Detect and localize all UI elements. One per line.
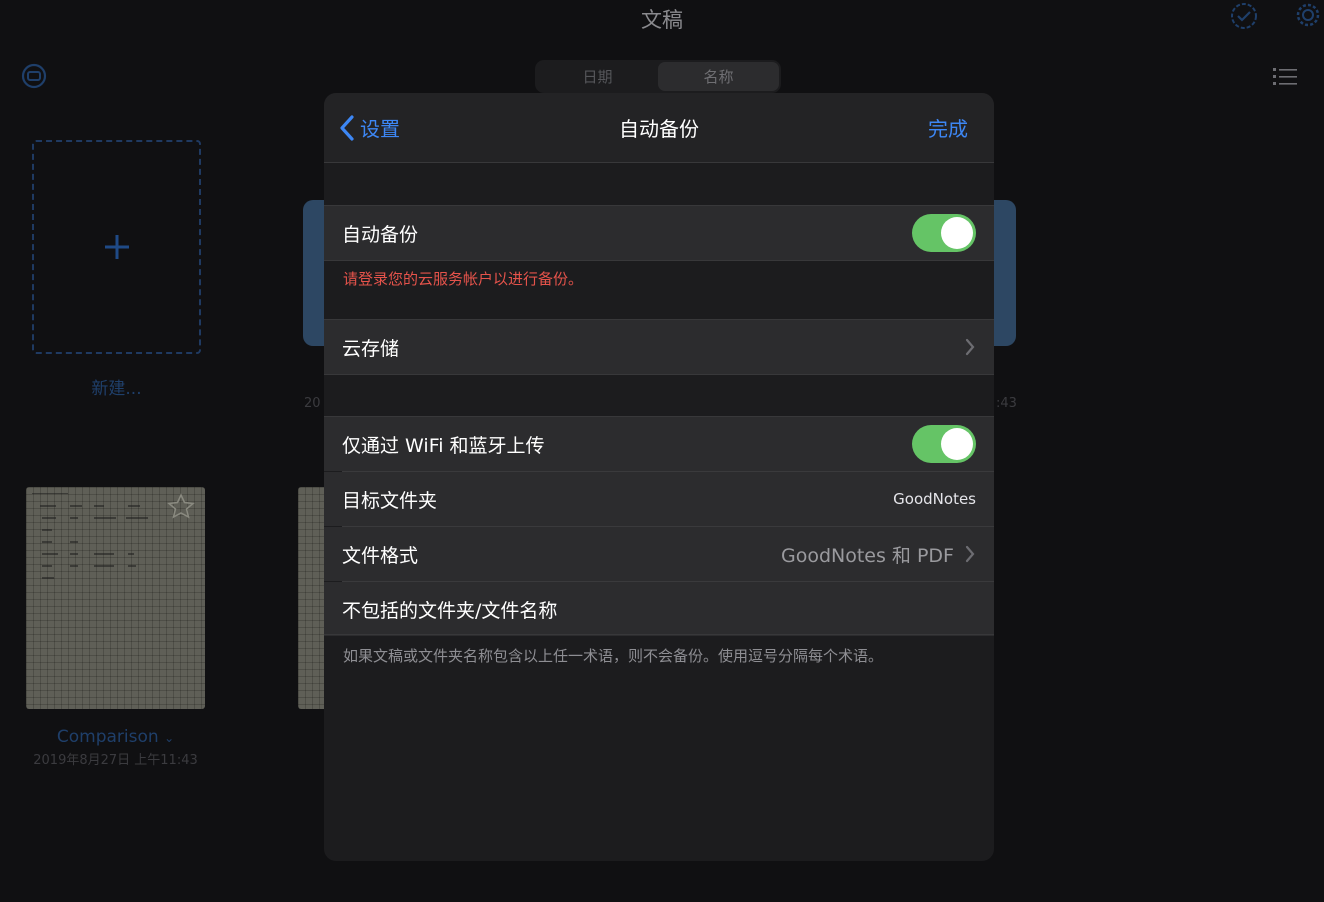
file-format-value: GoodNotes 和 PDF — [780, 544, 954, 567]
select-check-icon[interactable] — [1229, 1, 1259, 31]
notebook-thumbnail[interactable] — [26, 487, 205, 709]
cloud-storage-row[interactable]: 云存储 — [324, 320, 994, 374]
target-folder-row[interactable]: 目标文件夹 GoodNotes — [324, 472, 994, 526]
chevron-right-icon — [965, 338, 975, 356]
document-title[interactable]: Comparison ⌄ — [26, 727, 205, 747]
cloud-storage-chevron — [964, 337, 976, 357]
excluded-names-label: 不包括的文件夹/文件名称 — [342, 599, 558, 622]
partial-date-left: 20 — [304, 396, 321, 411]
settings-gear-icon[interactable] — [1293, 0, 1323, 30]
new-document-label[interactable]: 新建... — [32, 374, 201, 399]
favorite-star-icon — [167, 493, 195, 519]
auto-backup-row: 自动备份 — [324, 206, 994, 260]
excluded-names-row[interactable]: 不包括的文件夹/文件名称 — [324, 582, 994, 636]
auto-backup-label: 自动备份 — [342, 223, 419, 246]
modal-title: 自动备份 — [619, 117, 699, 141]
cloud-storage-label: 云存储 — [342, 337, 400, 360]
document-date: 2019年8月27日 上午11:43 — [33, 753, 198, 768]
wifi-only-label: 仅通过 WiFi 和蓝牙上传 — [342, 434, 545, 457]
list-view-icon[interactable] — [1271, 64, 1299, 90]
sort-segmented-control: 日期 名称 — [535, 60, 781, 93]
auto-backup-toggle[interactable] — [912, 214, 976, 252]
partial-date-right: :43 — [996, 396, 1017, 411]
modal-nav-bar: 设置 自动备份 完成 — [324, 93, 994, 163]
sort-tab-name[interactable]: 名称 — [658, 62, 779, 91]
sort-tab-date[interactable]: 日期 — [537, 62, 658, 91]
wifi-only-row: 仅通过 WiFi 和蓝牙上传 — [324, 417, 994, 471]
chevron-right-icon — [965, 545, 975, 563]
auto-backup-modal: 设置 自动备份 完成 自动备份 请登录您的云服务帐户以进行备份。 云存储 仅通过… — [324, 93, 994, 861]
login-warning: 请登录您的云服务帐户以进行备份。 — [343, 270, 584, 288]
file-format-value-wrap: GoodNotes 和 PDF — [781, 541, 976, 568]
target-folder-label: 目标文件夹 — [342, 489, 438, 512]
wifi-only-toggle[interactable] — [912, 425, 976, 463]
file-format-row[interactable]: 文件格式 GoodNotes 和 PDF — [324, 527, 994, 581]
new-document-card[interactable] — [32, 140, 201, 354]
app-title: 文稿 — [641, 8, 683, 32]
excluded-names-footer: 如果文稿或文件夹名称包含以上任一术语，则不会备份。使用逗号分隔每个术语。 — [343, 647, 884, 665]
sync-icon[interactable] — [20, 62, 48, 90]
file-format-label: 文件格式 — [342, 544, 419, 567]
done-button[interactable]: 完成 — [928, 113, 968, 142]
screen: 文稿 日期 名称 新建... Comparison ⌄ 2019年8月27日 上… — [0, 0, 1324, 902]
plus-icon — [104, 235, 129, 259]
target-folder-value: GoodNotes — [893, 490, 976, 508]
